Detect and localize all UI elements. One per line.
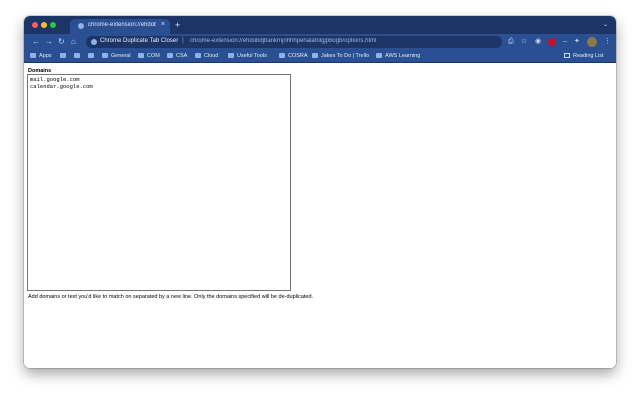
site-name: Chrome Duplicate Tab Closer — [100, 38, 179, 44]
gmail-icon — [60, 53, 66, 58]
reading-list-button[interactable]: Reading List — [564, 52, 610, 60]
close-window-button[interactable] — [32, 22, 38, 28]
extension-icon[interactable]: ◉ — [535, 37, 541, 47]
new-tab-button[interactable]: + — [175, 20, 180, 30]
browser-window: chrome-extension://ehdob... × + ⌄ ← → ↻ … — [24, 16, 616, 368]
folder-icon — [279, 53, 285, 58]
tab-close-icon[interactable]: × — [161, 21, 165, 28]
maximize-window-button[interactable] — [50, 22, 56, 28]
bookmark-star-icon[interactable]: ☆ — [521, 37, 527, 47]
trello-icon — [312, 53, 318, 58]
site-icon — [88, 53, 94, 58]
url-text[interactable]: chrome-extension://ehdobdjbankmjnhhhpeha… — [190, 38, 490, 44]
forward-icon[interactable]: → — [45, 37, 53, 47]
navigation-toolbar: ← → ↻ ⌂ Chrome Duplicate Tab Closer | ch… — [24, 34, 616, 50]
bookmarks-bar: Apps General COM CSA Cloud Useful Tools … — [24, 50, 616, 63]
domains-hint: Add domains or text you'd like to match … — [28, 294, 314, 300]
site-icon — [74, 53, 80, 58]
address-bar[interactable]: Chrome Duplicate Tab Closer | chrome-ext… — [86, 36, 502, 48]
extension-page-icon — [91, 39, 97, 45]
share-icon[interactable]: ⎙ — [508, 37, 514, 47]
extension-favicon-icon — [78, 23, 84, 29]
options-page: Domains mail.google.com calendar.google.… — [24, 63, 616, 368]
folder-icon — [376, 53, 382, 58]
domains-textarea[interactable]: mail.google.com calendar.google.com — [27, 74, 291, 291]
back-icon[interactable]: ← — [32, 37, 40, 47]
active-tab[interactable]: chrome-extension://ehdob... × — [70, 19, 170, 34]
tab-strip: chrome-extension://ehdob... × + ⌄ — [24, 16, 616, 34]
folder-icon — [228, 53, 234, 58]
puzzle-extensions-icon[interactable]: ✦ — [574, 37, 580, 47]
minimize-window-button[interactable] — [41, 22, 47, 28]
folder-icon — [167, 53, 173, 58]
home-icon[interactable]: ⌂ — [71, 37, 76, 47]
reload-icon[interactable]: ↻ — [58, 37, 65, 47]
folder-icon — [195, 53, 201, 58]
reading-list-icon — [564, 53, 570, 58]
tab-title: chrome-extension://ehdob... — [88, 22, 156, 28]
tab-search-button[interactable]: ⌄ — [603, 21, 608, 28]
profile-avatar[interactable] — [587, 37, 597, 47]
folder-icon — [138, 53, 144, 58]
toolbar-divider: – — [563, 38, 567, 45]
apps-grid-icon — [30, 53, 36, 58]
extension-badge-icon[interactable] — [548, 38, 556, 46]
url-separator: | — [182, 37, 184, 44]
chrome-menu-icon[interactable]: ⋮ — [604, 37, 611, 47]
folder-icon — [102, 53, 108, 58]
